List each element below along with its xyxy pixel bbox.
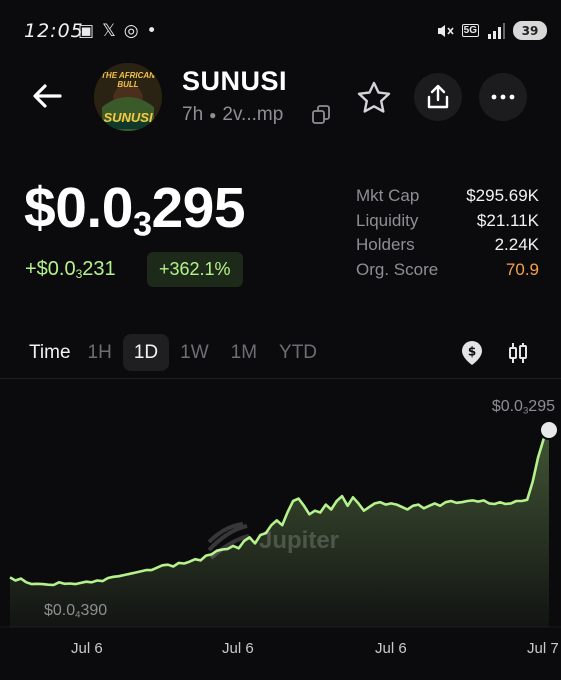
tab-1m[interactable]: 1M (220, 334, 268, 371)
whatsapp-icon: ◎ (123, 21, 139, 41)
dot-icon: • (146, 21, 157, 41)
network-type: 5G (461, 24, 479, 37)
status-system-icons: 5G 39 (436, 21, 547, 40)
status-time: 12:05 (24, 20, 84, 42)
avatar-text-top: THE AFRICAN BULL (101, 71, 155, 89)
token-age: 7h (182, 104, 204, 125)
status-notification-icons: ▣ 𝕏 ◎ • (78, 21, 157, 41)
x-icon: 𝕏 (102, 21, 116, 41)
jupiter-logo-icon (207, 522, 250, 560)
timeframe-label: Time (29, 341, 71, 363)
usd-toggle-button[interactable]: $ (459, 340, 485, 366)
tab-ytd[interactable]: YTD (268, 334, 328, 371)
x-tick-label: Jul 6 (71, 640, 103, 657)
tab-1h[interactable]: 1H (77, 334, 123, 371)
stat-value: 70.9 (505, 259, 539, 279)
favorite-button[interactable] (353, 76, 395, 118)
stat-value: 2.24K (494, 235, 539, 254)
tab-1d[interactable]: 1D (122, 334, 170, 371)
stat-label: Liquidity (356, 210, 419, 230)
token-meta: 7h ● 2v...mp (182, 104, 283, 126)
token-stats: Mkt Cap $295.69K Liquidity $21.11K Holde… (356, 186, 539, 284)
star-icon (357, 81, 391, 113)
back-button[interactable] (27, 76, 67, 116)
current-price: $0.03295 (24, 176, 246, 244)
token-name: SUNUSI (182, 66, 288, 96)
status-bar: 12:05 ▣ 𝕏 ◎ • 5G 39 (0, 0, 561, 62)
candlestick-icon (509, 343, 527, 363)
tab-1w[interactable]: 1W (169, 334, 220, 371)
screen-record-icon: ▣ (78, 21, 95, 41)
stat-label: Org. Score (356, 259, 439, 279)
stat-label: Holders (356, 235, 415, 254)
stat-row-liquidity: Liquidity $21.11K (356, 211, 539, 236)
token-address[interactable]: 2v...mp (222, 104, 283, 126)
battery-icon: 39 (513, 21, 547, 40)
avatar-text-bottom: SUNUSI (103, 110, 153, 125)
timeframe-tabs: Time 1H 1D 1W 1M YTD (18, 334, 328, 371)
copy-icon (312, 105, 330, 124)
jupiter-watermark: Jupiter (205, 520, 339, 562)
price-change-amount: +$0.03231 (25, 258, 116, 281)
more-horizontal-icon (491, 94, 515, 100)
chart-low-label: $0.04390 (44, 602, 108, 621)
stat-value: $295.69K (466, 186, 539, 205)
stat-row-market-cap: Mkt Cap $295.69K (356, 186, 539, 211)
token-avatar: THE AFRICAN BULL SUNUSI (94, 63, 162, 131)
mute-icon (437, 24, 454, 37)
arrow-left-icon (33, 84, 62, 108)
share-button[interactable] (414, 73, 462, 121)
dollar-pin-icon: $ (462, 341, 482, 365)
watermark-text: Jupiter (259, 527, 340, 554)
x-tick-label: Jul 6 (222, 640, 254, 657)
more-options-button[interactable] (479, 73, 527, 121)
stat-row-organic-score[interactable]: Org. Score 70.9 (356, 260, 539, 285)
chart-high-label: $0.03295 (491, 398, 555, 417)
stat-value: $21.11K (476, 210, 539, 230)
separator-dot: ● (209, 108, 217, 122)
candlestick-toggle-button[interactable] (505, 340, 531, 366)
latest-price-point (539, 420, 559, 440)
x-tick-label: Jul 7 (527, 640, 559, 657)
svg-text:$: $ (468, 345, 476, 359)
stat-label: Mkt Cap (356, 186, 420, 205)
share-icon (427, 84, 449, 109)
price-chart[interactable]: Jupiter $0.03295 $0.04390 Jul 6 Jul 6 Ju… (0, 378, 561, 680)
signal-icon (488, 22, 505, 39)
stat-row-holders: Holders 2.24K (356, 235, 539, 260)
copy-address-button[interactable] (310, 104, 332, 126)
price-change-percent-badge: +362.1% (147, 252, 243, 287)
x-tick-label: Jul 6 (375, 640, 407, 657)
